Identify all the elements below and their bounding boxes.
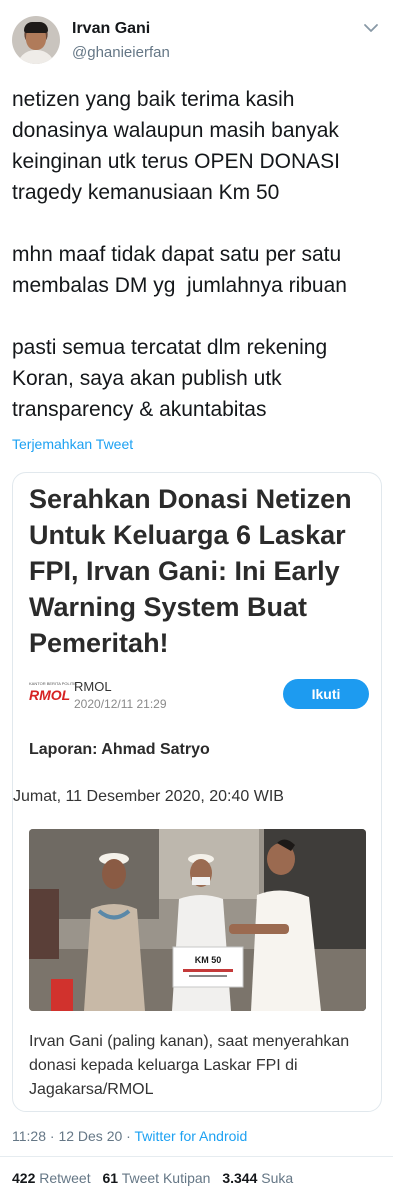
tweet-client-link[interactable]: Twitter for Android <box>134 1128 247 1144</box>
avatar[interactable] <box>12 16 60 64</box>
avatar-hair <box>24 22 48 33</box>
quotes-stat[interactable]: 61 Tweet Kutipan <box>103 1170 211 1186</box>
tweet-stats: 422 Retweet 61 Tweet Kutipan 3.344 Suka <box>12 1170 293 1186</box>
article-title[interactable]: Serahkan Donasi Netizen Untuk Keluarga 6… <box>29 481 369 661</box>
tweet-paragraph: mhn maaf tidak dapat satu per satu memba… <box>12 243 348 297</box>
meta-separator: · <box>126 1128 131 1144</box>
tweet-paragraph: pasti semua tercatat dlm rekening Koran,… <box>12 336 333 421</box>
photo-sign-text: KM 50 <box>195 955 222 965</box>
translate-tweet-link[interactable]: Terjemahkan Tweet <box>12 436 133 452</box>
user-display-name[interactable]: Irvan Gani <box>72 20 150 38</box>
quotes-label: Tweet Kutipan <box>121 1170 211 1186</box>
article-photo[interactable]: KM 50 <box>29 829 366 1011</box>
quotes-count: 61 <box>102 1170 119 1186</box>
photo-caption: Irvan Gani (paling kanan), saat menyerah… <box>29 1033 350 1098</box>
tweet-paragraph: netizen yang baik terima kasih donasinya… <box>12 88 346 204</box>
meta-separator: · <box>49 1128 55 1144</box>
article-card[interactable]: Serahkan Donasi Netizen Untuk Keluarga 6… <box>12 472 382 1112</box>
tweet-header: Irvan Gani @ghanieierfan <box>0 0 393 74</box>
source-name[interactable]: RMOL <box>74 679 112 694</box>
logo-word: RMOL <box>29 687 71 703</box>
tweet-text: netizen yang baik terima kasih donasinya… <box>12 84 382 425</box>
likes-label: Suka <box>261 1170 294 1186</box>
rmol-logo: KANTOR BERITA POLITIK RMOL <box>29 681 77 703</box>
tweet-time: 11:28 <box>12 1128 46 1144</box>
retweets-label: Retweet <box>39 1170 91 1186</box>
tweet-date: 12 Des 20 <box>58 1128 123 1144</box>
source-date: 2020/12/11 21:29 <box>74 697 167 711</box>
divider <box>0 1156 393 1157</box>
article-reporter: Laporan: Ahmad Satryo <box>29 741 210 758</box>
avatar-shirt <box>17 50 55 64</box>
tweet-meta: 11:28 · 12 Des 20 · Twitter for Android <box>12 1128 247 1144</box>
logo-tagline: KANTOR BERITA POLITIK <box>29 681 78 686</box>
chevron-down-icon[interactable] <box>361 18 381 38</box>
likes-stat[interactable]: 3.344 Suka <box>222 1170 293 1186</box>
follow-button[interactable]: Ikuti <box>283 679 369 709</box>
retweets-stat[interactable]: 422 Retweet <box>12 1170 91 1186</box>
article-dateline: Jumat, 11 Desember 2020, 20:40 WIB <box>13 788 284 805</box>
likes-count: 3.344 <box>222 1170 258 1186</box>
user-handle[interactable]: @ghanieierfan <box>72 44 170 61</box>
retweets-count: 422 <box>12 1170 36 1186</box>
photo-illustration: KM 50 <box>29 829 366 1011</box>
